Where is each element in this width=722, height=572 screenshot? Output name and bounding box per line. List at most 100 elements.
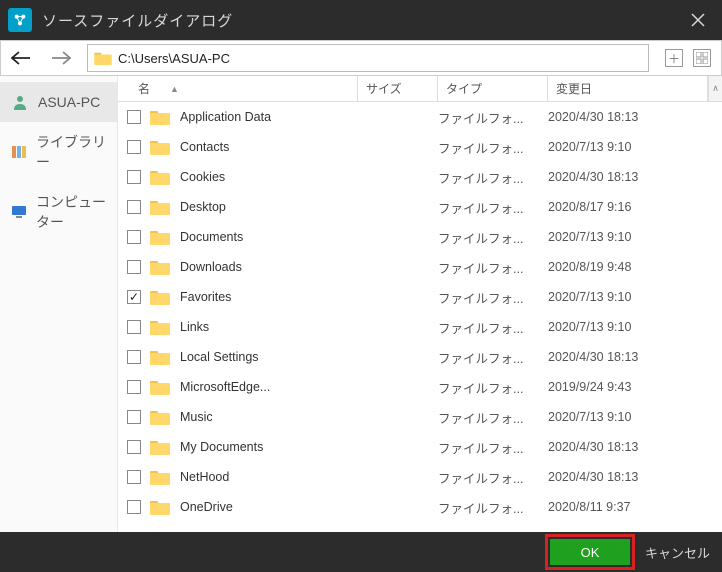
table-row[interactable]: OneDriveファイルフォ...2020/8/11 9:37 — [118, 492, 722, 522]
row-checkbox-cell — [118, 170, 150, 184]
row-name-cell: NetHood — [150, 469, 358, 485]
row-checkbox[interactable] — [127, 380, 141, 394]
row-checkbox[interactable] — [127, 230, 141, 244]
table-row[interactable]: My Documentsファイルフォ...2020/4/30 18:13 — [118, 432, 722, 462]
folder-icon — [150, 379, 170, 395]
table-row[interactable]: Linksファイルフォ...2020/7/13 9:10 — [118, 312, 722, 342]
row-name-cell: Music — [150, 409, 358, 425]
path-text: C:\Users\ASUA-PC — [118, 51, 230, 66]
table-row[interactable]: Downloadsファイルフォ...2020/8/19 9:48 — [118, 252, 722, 282]
folder-icon — [150, 169, 170, 185]
close-icon — [691, 13, 705, 27]
row-type: ファイルフォ... — [438, 348, 548, 367]
row-checkbox[interactable] — [127, 170, 141, 184]
row-checkbox[interactable] — [127, 440, 141, 454]
row-checkbox-cell — [118, 200, 150, 214]
row-date: 2020/8/17 9:16 — [548, 200, 708, 214]
table-row[interactable]: Contactsファイルフォ...2020/7/13 9:10 — [118, 132, 722, 162]
folder-icon — [150, 229, 170, 245]
forward-button[interactable] — [41, 40, 81, 76]
row-type: ファイルフォ... — [438, 108, 548, 127]
row-name: Cookies — [180, 170, 225, 184]
row-checkbox[interactable] — [127, 140, 141, 154]
row-checkbox[interactable] — [127, 200, 141, 214]
new-folder-button[interactable]: ＋ — [665, 49, 683, 67]
path-input[interactable]: C:\Users\ASUA-PC — [87, 44, 649, 72]
row-name-cell: Local Settings — [150, 349, 358, 365]
table-row[interactable]: Documentsファイルフォ...2020/7/13 9:10 — [118, 222, 722, 252]
close-button[interactable] — [682, 4, 714, 36]
row-name-cell: Favorites — [150, 289, 358, 305]
row-checkbox[interactable] — [127, 320, 141, 334]
table-row[interactable]: Cookiesファイルフォ...2020/4/30 18:13 — [118, 162, 722, 192]
row-checkbox[interactable] — [127, 260, 141, 274]
row-name: Links — [180, 320, 209, 334]
sidebar-item-label: コンピューター — [36, 192, 107, 232]
column-size[interactable]: サイズ — [358, 76, 438, 101]
row-date: 2020/4/30 18:13 — [548, 170, 708, 184]
sidebar-item-computer[interactable]: コンピューター — [0, 182, 117, 242]
table-row[interactable]: Musicファイルフォ...2020/7/13 9:10 — [118, 402, 722, 432]
row-type: ファイルフォ... — [438, 378, 548, 397]
row-checkbox-cell — [118, 140, 150, 154]
table-row[interactable]: NetHood ファイルフォ...2020/4/30 18:13 — [118, 462, 722, 492]
folder-icon — [150, 349, 170, 365]
row-checkbox[interactable] — [127, 290, 141, 304]
row-type: ファイルフォ... — [438, 468, 548, 487]
sidebar: ASUA-PC ライブラリー コンピューター — [0, 76, 118, 532]
folder-icon — [150, 409, 170, 425]
view-grid-button[interactable] — [693, 49, 711, 67]
table-row[interactable]: Application Dataファイルフォ...2020/4/30 18:13 — [118, 102, 722, 132]
row-type: ファイルフォ... — [438, 318, 548, 337]
row-date: 2020/8/19 9:48 — [548, 260, 708, 274]
scroll-up-button[interactable]: ∧ — [708, 76, 722, 101]
table-row[interactable]: Desktopファイルフォ...2020/8/17 9:16 — [118, 192, 722, 222]
row-type: ファイルフォ... — [438, 438, 548, 457]
navigation-bar: C:\Users\ASUA-PC ＋ — [0, 40, 722, 76]
row-date: 2019/9/24 9:43 — [548, 380, 708, 394]
dialog-window: ソースファイルダイアログ C:\Users\ASUA-PC ＋ — [0, 0, 722, 572]
row-checkbox-cell — [118, 320, 150, 334]
folder-icon — [150, 139, 170, 155]
arrow-left-icon — [11, 51, 31, 65]
sidebar-item-label: ASUA-PC — [38, 94, 100, 110]
folder-icon — [94, 51, 112, 65]
row-name: Documents — [180, 230, 243, 244]
row-checkbox-cell — [118, 350, 150, 364]
back-button[interactable] — [1, 40, 41, 76]
body-area: ASUA-PC ライブラリー コンピューター 名▲ サイズ タイプ 変更日 — [0, 76, 722, 532]
row-name-cell: Documents — [150, 229, 358, 245]
row-name-cell: Application Data — [150, 109, 358, 125]
library-icon — [10, 142, 28, 162]
row-name-cell: Links — [150, 319, 358, 335]
row-checkbox[interactable] — [127, 470, 141, 484]
row-name: OneDrive — [180, 500, 233, 514]
row-checkbox[interactable] — [127, 110, 141, 124]
folder-icon — [150, 499, 170, 515]
row-checkbox[interactable] — [127, 350, 141, 364]
sidebar-item-library[interactable]: ライブラリー — [0, 122, 117, 182]
row-checkbox[interactable] — [127, 500, 141, 514]
table-row[interactable]: Local Settings ファイルフォ...2020/4/30 18:13 — [118, 342, 722, 372]
row-checkbox[interactable] — [127, 410, 141, 424]
table-row[interactable]: Favoritesファイルフォ...2020/7/13 9:10 — [118, 282, 722, 312]
column-type[interactable]: タイプ — [438, 76, 548, 101]
table-row[interactable]: MicrosoftEdge... ファイルフォ...2019/9/24 9:43 — [118, 372, 722, 402]
row-checkbox-cell — [118, 380, 150, 394]
row-name: MicrosoftEdge... — [180, 380, 270, 394]
sidebar-item-user[interactable]: ASUA-PC — [0, 82, 117, 122]
row-name-cell: Cookies — [150, 169, 358, 185]
row-type: ファイルフォ... — [438, 198, 548, 217]
row-name-cell: My Documents — [150, 439, 358, 455]
row-date: 2020/4/30 18:13 — [548, 350, 708, 364]
row-checkbox-cell — [118, 440, 150, 454]
row-name-cell: Downloads — [150, 259, 358, 275]
column-name[interactable]: 名▲ — [118, 76, 358, 101]
titlebar: ソースファイルダイアログ — [0, 0, 722, 40]
ok-button[interactable]: OK — [550, 539, 630, 565]
row-name: Contacts — [180, 140, 229, 154]
column-date[interactable]: 変更日 — [548, 76, 708, 101]
app-icon — [8, 8, 32, 32]
row-date: 2020/4/30 18:13 — [548, 470, 708, 484]
cancel-button[interactable]: キャンセル — [643, 539, 712, 566]
